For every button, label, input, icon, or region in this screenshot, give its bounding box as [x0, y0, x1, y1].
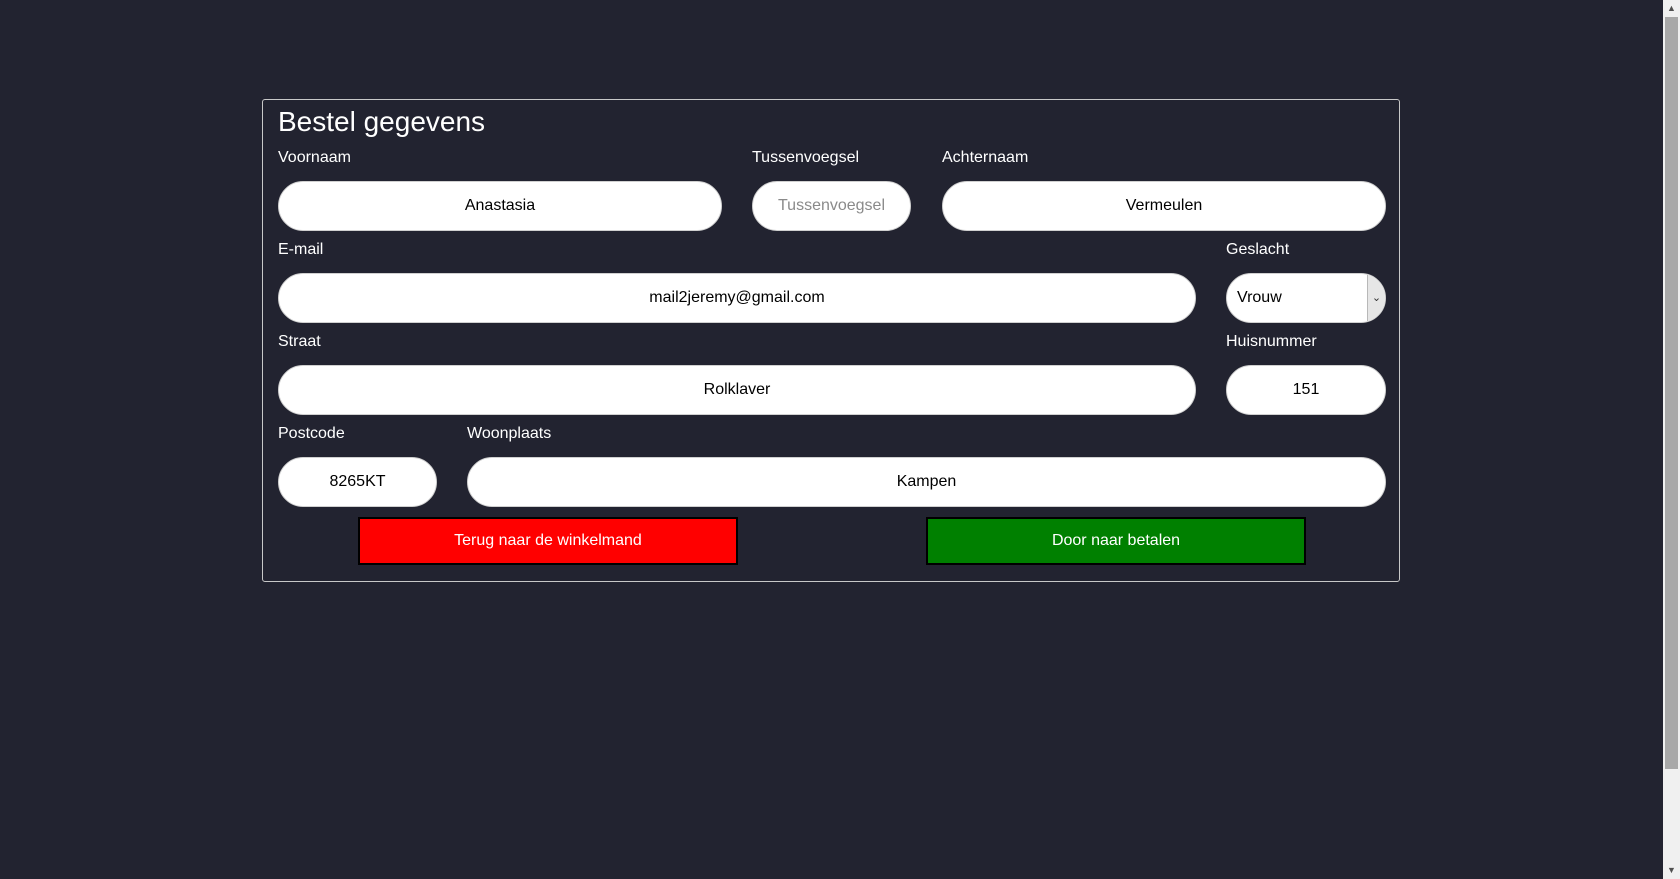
order-details-form: Bestel gegevens Voornaam Tussenvoegsel A…: [262, 99, 1400, 582]
geslacht-label: Geslacht: [1226, 241, 1290, 258]
scroll-down-icon[interactable]: ▼: [1663, 862, 1680, 879]
email-label: E-mail: [278, 241, 324, 258]
back-to-cart-button[interactable]: Terug naar de winkelmand: [358, 517, 738, 565]
chevron-down-icon[interactable]: ⌄: [1367, 274, 1385, 322]
geslacht-select[interactable]: Vrouw ⌄: [1226, 273, 1386, 323]
email-input[interactable]: [278, 273, 1196, 323]
voornaam-input[interactable]: [278, 181, 722, 231]
form-title: Bestel gegevens: [278, 106, 486, 137]
voornaam-label: Voornaam: [278, 149, 351, 166]
woonplaats-input[interactable]: [467, 457, 1386, 507]
scroll-up-icon[interactable]: ▲: [1663, 0, 1680, 17]
page: Bestel gegevens Voornaam Tussenvoegsel A…: [0, 0, 1680, 879]
postcode-label: Postcode: [278, 425, 345, 442]
achternaam-label: Achternaam: [942, 149, 1029, 166]
achternaam-input[interactable]: [942, 181, 1386, 231]
straat-input[interactable]: [278, 365, 1196, 415]
straat-label: Straat: [278, 333, 321, 350]
scroll-thumb[interactable]: [1665, 17, 1678, 769]
woonplaats-label: Woonplaats: [467, 425, 552, 442]
proceed-to-payment-button[interactable]: Door naar betalen: [926, 517, 1306, 565]
tussenvoegsel-input[interactable]: [752, 181, 911, 231]
tussenvoegsel-label: Tussenvoegsel: [752, 149, 860, 166]
vertical-scrollbar[interactable]: ▲ ▼: [1663, 0, 1680, 879]
geslacht-selected-value: Vrouw: [1237, 289, 1282, 306]
huisnummer-input[interactable]: [1226, 365, 1386, 415]
postcode-input[interactable]: [278, 457, 437, 507]
huisnummer-label: Huisnummer: [1226, 333, 1317, 350]
